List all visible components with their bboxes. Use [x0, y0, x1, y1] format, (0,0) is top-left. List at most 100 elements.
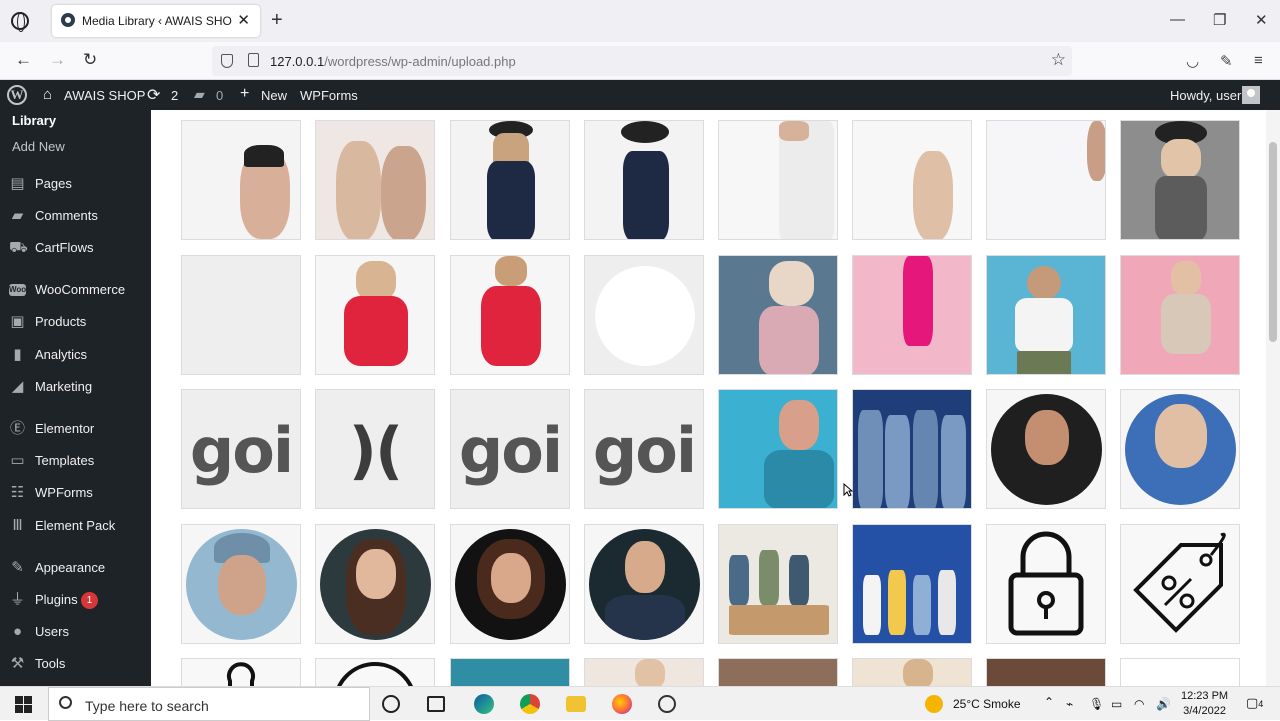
media-thumbnail-woman-long-hair-circle[interactable] — [315, 524, 435, 644]
media-thumbnail-globe-outline[interactable] — [315, 658, 435, 686]
bookmark-star-icon[interactable]: ☆ — [1051, 50, 1066, 70]
media-thumbnail-goi-text-crop-2[interactable]: goi — [450, 389, 570, 509]
wifi-icon[interactable]: ◠ — [1134, 697, 1144, 711]
sidebar-item-pages[interactable]: ▤ Pages — [0, 170, 151, 198]
updates-icon[interactable]: ⟳ — [147, 85, 160, 105]
sidebar-item-appearance[interactable]: ✎ Appearance — [0, 554, 151, 582]
file-explorer-icon[interactable] — [566, 696, 586, 712]
pocket-icon[interactable]: ◡ — [1186, 52, 1199, 70]
media-thumbnail-price-tag-icon-image[interactable] — [1120, 524, 1240, 644]
notifications-icon[interactable]: ▢4 — [1246, 695, 1263, 711]
sidebar-item-cartflows[interactable]: ⛟ CartFlows — [0, 234, 151, 262]
media-thumbnail-woman-hat-dress-back[interactable] — [584, 120, 704, 240]
media-thumbnail-woman-cap-blue-bg[interactable] — [718, 255, 838, 375]
comments-icon[interactable]: ▰ — [194, 86, 205, 103]
cortana-icon[interactable] — [382, 695, 400, 713]
submenu-add-new[interactable]: Add New — [12, 139, 65, 154]
sidebar-item-tools[interactable]: ⚒ Tools — [0, 650, 151, 678]
media-thumbnail-man-suit-circle[interactable] — [584, 524, 704, 644]
globe-icon[interactable] — [11, 12, 29, 32]
media-thumbnail-white-shirt-edge[interactable] — [986, 120, 1106, 240]
avatar[interactable] — [1242, 86, 1260, 104]
media-thumbnail-goi-text-crop[interactable]: goi — [181, 389, 301, 509]
battery-icon[interactable]: ▭ — [1111, 697, 1122, 711]
media-thumbnail-woman-profile-blue-bg[interactable] — [718, 389, 838, 509]
sidebar-item-templates[interactable]: ▭ Templates — [0, 447, 151, 475]
sidebar-item-marketing[interactable]: ◢ Marketing — [0, 373, 151, 401]
window-close-icon[interactable]: ✕ — [1255, 11, 1268, 29]
media-thumbnail-teal-photo[interactable] — [450, 658, 570, 686]
media-thumbnail-two-women-selfie[interactable] — [315, 120, 435, 240]
new-content-link[interactable]: New — [261, 88, 287, 103]
chrome-icon[interactable] — [520, 694, 540, 714]
new-tab-icon[interactable]: + — [271, 9, 283, 32]
media-thumbnail-woman-portrait-circle[interactable] — [1120, 389, 1240, 509]
sidebar-item-element-pack[interactable]: Ⅲ Element Pack — [0, 512, 151, 540]
media-thumbnail-people-brown-photo[interactable] — [986, 658, 1106, 686]
sidebar-item-wpforms[interactable]: ☷ WPForms — [0, 479, 151, 507]
media-thumbnail-people-warm-photo[interactable] — [718, 658, 838, 686]
media-thumbnail-woman-beanie-kiss[interactable] — [181, 120, 301, 240]
sidebar-item-elementor[interactable]: Ⓔ Elementor — [0, 415, 151, 443]
media-thumbnail-team-office-meeting[interactable] — [718, 524, 838, 644]
media-thumbnail-padlock-icon-image[interactable] — [986, 524, 1106, 644]
media-thumbnail-woman-light-photo[interactable] — [584, 658, 704, 686]
howdy-user[interactable]: Howdy, user — [1170, 88, 1241, 103]
media-thumbnail-man-white-tee-blue-bg[interactable] — [986, 255, 1106, 375]
scrollbar-thumb[interactable] — [1269, 142, 1277, 342]
media-thumbnail-woman-red-sweater-back[interactable] — [450, 255, 570, 375]
media-thumbnail-woman-beige-photo[interactable] — [852, 658, 972, 686]
sidebar-item-products[interactable]: ▣ Products — [0, 308, 151, 336]
task-view-icon[interactable] — [427, 696, 445, 712]
volume-icon[interactable]: 🔊 — [1156, 697, 1171, 711]
sidebar-item-analytics[interactable]: ▮ Analytics — [0, 341, 151, 369]
media-thumbnail-goi-text-crop-3[interactable]: goi — [584, 389, 704, 509]
chevron-up-icon[interactable]: ⌃ — [1044, 695, 1054, 709]
media-thumbnail-woman-hat-grey-top[interactable] — [1120, 120, 1240, 240]
media-thumbnail-woman-hat-dress-front[interactable] — [450, 120, 570, 240]
media-thumbnail-man-portrait-circle[interactable] — [986, 389, 1106, 509]
eyedropper-icon[interactable]: ✎ — [1220, 52, 1233, 70]
shield-icon[interactable] — [221, 54, 233, 68]
media-thumbnail-chef-hat-outline[interactable] — [181, 658, 301, 686]
page-info-icon[interactable] — [248, 53, 259, 67]
media-thumbnail-blank-white[interactable] — [1120, 658, 1240, 686]
media-thumbnail-blank-image[interactable] — [181, 255, 301, 375]
media-thumbnail-woman-white-shirt-cropped[interactable] — [718, 120, 838, 240]
submenu-library[interactable]: Library — [12, 113, 56, 128]
wordpress-logo-icon[interactable]: W — [7, 85, 27, 105]
url-text[interactable]: 127.0.0.1/wordpress/wp-admin/upload.php — [270, 54, 516, 69]
media-thumbnail-wordpress-logo[interactable] — [584, 255, 704, 375]
sidebar-item-plugins[interactable]: ⏚ Plugins 1 — [0, 586, 151, 614]
media-thumbnail-group-denim-jackets[interactable] — [852, 389, 972, 509]
forward-arrow-icon[interactable]: → — [49, 50, 66, 70]
sidebar-item-comments[interactable]: ▰ Comments — [0, 202, 151, 230]
sidebar-item-users[interactable]: ● Users — [0, 618, 151, 646]
system-clock[interactable]: 12:23 PM 3/4/2022 — [1181, 689, 1228, 719]
taskbar-search[interactable]: Type here to search — [48, 687, 370, 721]
media-thumbnail-team-sitting-blue-wall[interactable] — [852, 524, 972, 644]
menu-icon[interactable]: ≡ — [1254, 52, 1263, 69]
microphone-icon[interactable]: 🎙 — [1089, 697, 1104, 711]
media-thumbnail-woman-curly-hair-circle[interactable] — [450, 524, 570, 644]
firefox-icon[interactable] — [612, 694, 632, 714]
comments-count[interactable]: 0 — [216, 88, 223, 103]
media-thumbnail-man-beard-beanie-circle[interactable] — [181, 524, 301, 644]
weather-text[interactable]: 25°C Smoke — [953, 697, 1021, 711]
media-thumbnail-woman-red-sweater-front[interactable] — [315, 255, 435, 375]
plus-icon[interactable]: + — [240, 85, 249, 103]
media-thumbnail-pink-boot[interactable] — [852, 255, 972, 375]
media-thumbnail-hand-reaching[interactable] — [852, 120, 972, 240]
updates-count[interactable]: 2 — [171, 88, 178, 103]
scrollbar[interactable] — [1266, 110, 1280, 686]
reload-icon[interactable]: ↻ — [83, 50, 97, 70]
media-thumbnail-woman-sitting-pink-bg[interactable] — [1120, 255, 1240, 375]
obs-icon[interactable] — [658, 695, 676, 713]
site-name-link[interactable]: AWAIS SHOP — [64, 88, 145, 103]
close-tab-icon[interactable]: ✕ — [237, 11, 250, 29]
minimize-icon[interactable]: — — [1170, 11, 1185, 28]
address-bar[interactable]: 127.0.0.1/wordpress/wp-admin/upload.php … — [212, 46, 1072, 76]
back-arrow-icon[interactable]: ← — [15, 50, 32, 70]
browser-tab[interactable]: Media Library ‹ AWAIS SHOP — ✕ — [52, 5, 260, 37]
wpforms-link[interactable]: WPForms — [300, 88, 358, 103]
